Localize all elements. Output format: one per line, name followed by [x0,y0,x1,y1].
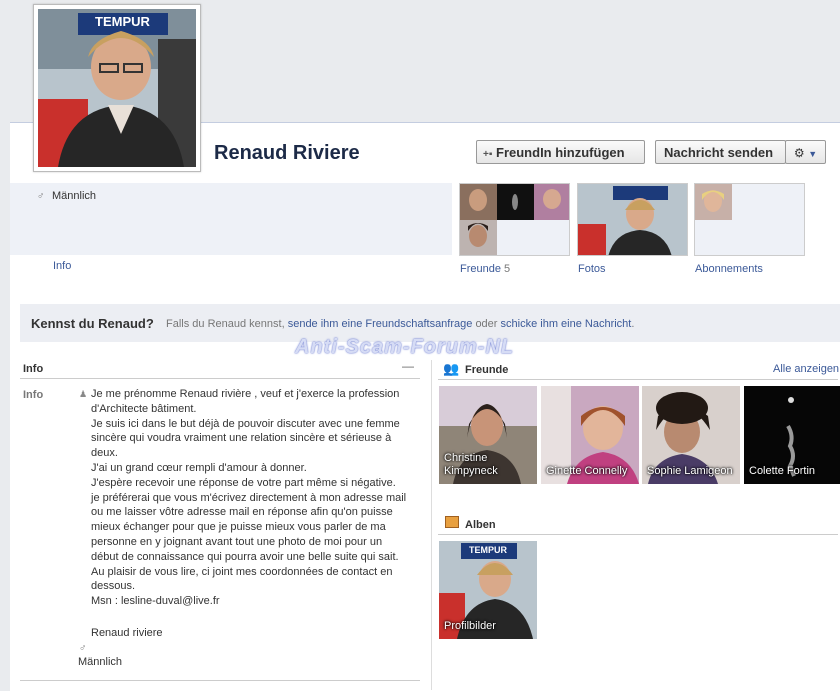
friends-count: 5 [504,263,511,275]
send-message-label: Nachricht senden [664,145,774,160]
info-section-title: Info [23,363,44,375]
know-bar-prefix: Falls du Renaud kennst, [166,318,285,330]
gender-icon: ♂ [37,191,45,202]
friends-label: Freunde [460,263,501,275]
send-message-button[interactable]: Nachricht senden [655,140,786,164]
photo-sign-text: TEMPUR [95,14,150,29]
albums-section-title: Alben [465,519,496,531]
know-bar-title: Kennst du Renaud? [31,316,154,331]
bio-text: Je me prénomme Renaud rivière , veuf et … [91,387,411,641]
gear-icon: ⚙ [793,146,805,160]
album-card[interactable]: TEMPUR Profilbilder [439,541,537,639]
settings-dropdown-button[interactable]: ⚙ ▼ [785,140,826,164]
profile-picture[interactable]: TEMPUR [33,4,201,172]
info-gender: Männlich [78,656,123,668]
friends-tile-label[interactable]: Freunde 5 [460,263,510,275]
bio-line [91,609,411,624]
friend-card[interactable]: Ginette Connelly [541,386,639,484]
bio-line: Au plaisir de vous lire, ci joint mes co… [91,565,393,593]
profile-name: Renaud Riviere [214,142,360,164]
send-message-link[interactable]: schicke ihm eine Nachricht [501,318,632,330]
bio-line: Msn : lesline-duval@live.fr [91,595,220,608]
friend-card[interactable]: Christine Kimpyneck [439,386,537,484]
gender-icon: ♂ [79,643,87,654]
friend-name: Colette Fortin [749,465,816,477]
info-row-label: Info [23,389,44,401]
info-bottom-divider [20,680,420,681]
friend-name: Christine Kimpyneck [444,452,498,477]
intro-strip: ♂ Männlich [10,183,452,255]
know-bar-suffix: . [631,318,635,330]
chevron-down-icon: ▼ [808,149,818,159]
friends-section-divider [438,379,838,380]
album-name: Profilbilder [444,620,496,632]
send-friend-request-link[interactable]: sende ihm eine Freundschaftsanfrage [288,318,473,330]
add-friend-button[interactable]: +▪ FreundIn hinzufügen [476,140,645,164]
minimize-icon[interactable]: — [402,359,414,373]
know-bar-middle: oder [475,318,498,330]
bio-line: J'espère recevoir une réponse de votre p… [91,476,396,489]
bio-line: J'ai un grand cœur rempli d'amour à donn… [91,461,307,474]
albums-section-divider [438,534,838,535]
know-bar-text: Falls du Renaud kennst, sende ihm eine F… [166,318,634,330]
album-icon [445,516,459,528]
friend-card[interactable]: Colette Fortin [744,386,840,484]
watermark-text: Anti-Scam-Forum-NL [295,336,515,358]
friend-card[interactable]: Sophie Lamigeon [642,386,740,484]
photos-tile[interactable] [577,183,688,256]
photos-tile-label[interactable]: Fotos [578,263,606,275]
info-section-divider [20,378,420,379]
friends-icon: 👥 [443,361,460,376]
add-friend-icon: +▪ [483,149,493,160]
person-icon: ♟ [79,389,88,399]
bio-line: je préférerai que vous m'écrivez directe… [91,491,407,563]
info-tab-link[interactable]: Info [53,260,71,272]
bio-line: Je me prénomme Renaud rivière , veuf et … [91,388,400,415]
friends-section-title: Freunde [465,364,509,376]
friend-name: Sophie Lamigeon [647,465,733,477]
friend-name: Ginette Connelly [546,465,628,477]
gender-label: Männlich [52,190,97,202]
bio-line: Je suis ici dans le but déjà de pouvoir … [91,417,400,460]
subscriptions-tile-label[interactable]: Abonnements [695,263,763,275]
profile-photo: TEMPUR [38,9,196,167]
album-sign-text: TEMPUR [469,545,507,555]
see-all-friends-link[interactable]: Alle anzeigen [773,363,839,375]
bio-line: Renaud riviere [91,626,163,639]
subscriptions-tile[interactable] [694,183,805,256]
column-divider [431,360,432,690]
friends-tile[interactable] [459,183,570,256]
add-friend-label: FreundIn hinzufügen [496,145,625,160]
